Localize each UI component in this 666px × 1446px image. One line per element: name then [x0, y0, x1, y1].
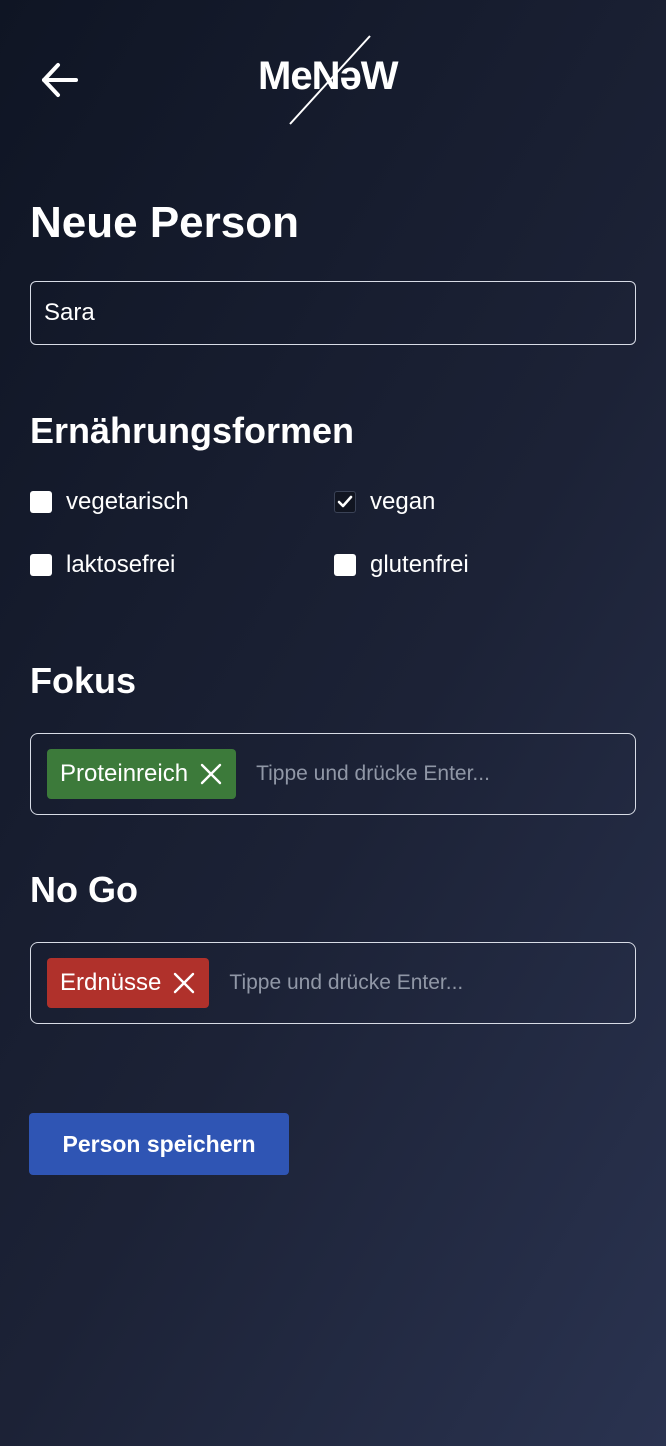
tag-chip-erdnuesse: Erdnüsse — [47, 958, 210, 1008]
diet-option-vegan[interactable]: vegan — [334, 487, 435, 517]
remove-tag-button[interactable] — [200, 763, 222, 785]
tag-chip-proteinreich: Proteinreich — [47, 749, 237, 799]
diet-option-label: vegetarisch — [66, 488, 189, 515]
close-icon — [200, 763, 222, 785]
diet-option-vegetarisch[interactable]: vegetarisch — [30, 487, 189, 517]
diet-option-label: vegan — [370, 488, 436, 515]
diet-option-laktosefrei[interactable]: laktosefrei — [30, 550, 175, 580]
save-person-button[interactable]: Person speichern — [29, 1113, 289, 1175]
diet-section-title: Ernährungsformen — [30, 410, 355, 451]
remove-tag-button[interactable] — [173, 972, 195, 994]
arrow-left-icon — [42, 63, 78, 97]
nogo-tag-input[interactable] — [227, 970, 619, 996]
page-title: Neue Person — [30, 198, 299, 247]
back-button[interactable] — [38, 60, 82, 100]
tag-chip-label: Erdnüsse — [60, 969, 162, 996]
close-icon — [174, 972, 195, 994]
nogo-section-title: No Go — [30, 869, 138, 910]
app-logo: MeNəW — [258, 34, 414, 126]
checkbox-vegetarisch[interactable] — [30, 491, 52, 513]
diet-option-glutenfrei[interactable]: glutenfrei — [334, 550, 469, 580]
nogo-tag-field[interactable]: Erdnüsse — [30, 942, 636, 1024]
diet-option-label: laktosefrei — [66, 551, 176, 578]
person-name-input[interactable] — [30, 281, 636, 345]
diet-option-label: glutenfrei — [370, 551, 469, 578]
checkbox-vegan[interactable] — [334, 491, 356, 513]
checkbox-glutenfrei[interactable] — [334, 554, 356, 576]
focus-tag-input[interactable] — [254, 761, 619, 787]
checkbox-laktosefrei[interactable] — [30, 554, 52, 576]
checkmark-icon — [337, 495, 353, 508]
tag-chip-label: Proteinreich — [60, 760, 189, 787]
focus-tag-field[interactable]: Proteinreich — [30, 733, 636, 815]
focus-section-title: Fokus — [30, 660, 137, 701]
app-header: MeNəW — [0, 0, 666, 160]
